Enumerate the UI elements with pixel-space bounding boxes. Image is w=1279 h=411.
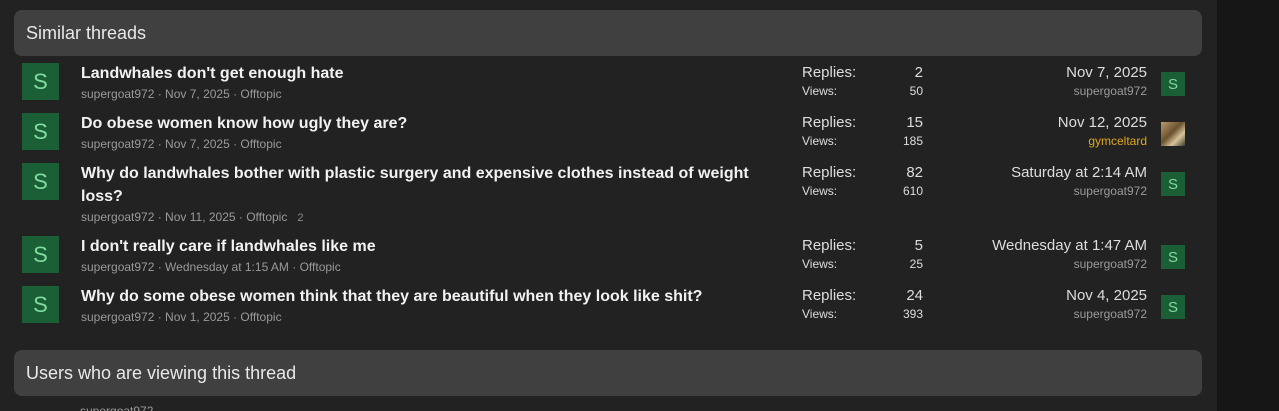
similar-threads-title: Similar threads: [26, 22, 147, 43]
thread-meta: supergoat972 · Nov 1, 2025 · Offtopic: [81, 310, 282, 324]
latest-post-user[interactable]: supergoat972: [944, 82, 1147, 101]
avatar[interactable]: S: [22, 63, 59, 100]
views-label: Views:: [802, 257, 838, 271]
views-label: Views:: [802, 184, 838, 198]
viewers-title: Users who are viewing this thread: [26, 362, 297, 383]
replies-count: 24: [906, 287, 923, 304]
views-count: 50: [909, 84, 923, 98]
latest-post-user[interactable]: supergoat972: [944, 305, 1147, 324]
replies-count: 82: [906, 164, 923, 181]
latest-post-date[interactable]: Nov 4, 2025: [944, 286, 1147, 305]
thread-row: S Why do some obese women think that the…: [14, 281, 1202, 331]
thread-title-link[interactable]: Why do some obese women think that they …: [81, 285, 771, 308]
right-gutter: [1217, 0, 1279, 411]
avatar[interactable]: S: [22, 113, 59, 150]
replies-label: Replies:: [802, 237, 857, 254]
thread-row: S Do obese women know how ugly they are?…: [14, 108, 1202, 158]
latest-poster-avatar[interactable]: S: [1161, 172, 1185, 196]
latest-post-date[interactable]: Saturday at 2:14 AM: [944, 163, 1147, 182]
views-count: 393: [902, 307, 923, 321]
views-count: 610: [902, 184, 923, 198]
latest-post-user[interactable]: supergoat972: [944, 182, 1147, 201]
thread-stats: Replies: 82 Views: 610: [802, 163, 923, 201]
latest-post-date[interactable]: Nov 12, 2025: [944, 113, 1147, 132]
viewers-header: Users who are viewing this thread: [14, 350, 1202, 396]
replies-label: Replies:: [802, 64, 857, 81]
thread-title-link[interactable]: Why do landwhales bother with plastic su…: [81, 162, 771, 208]
thread-stats: Replies: 15 Views: 185: [802, 113, 923, 151]
thread-list: S Landwhales don't get enough hate super…: [14, 58, 1202, 331]
avatar[interactable]: S: [22, 163, 59, 200]
views-count: 25: [909, 257, 923, 271]
thread-title-link[interactable]: Do obese women know how ugly they are?: [81, 112, 771, 135]
latest-post: Nov 12, 2025 gymceltard: [944, 113, 1147, 151]
latest-post-user[interactable]: gymceltard: [944, 132, 1147, 151]
latest-post: Saturday at 2:14 AM supergoat972: [944, 163, 1147, 201]
thread-title-link[interactable]: Landwhales don't get enough hate: [81, 62, 771, 85]
latest-post-user[interactable]: supergoat972: [944, 255, 1147, 274]
replies-count: 15: [906, 114, 923, 131]
thread-meta: supergoat972 · Wednesday at 1:15 AM · Of…: [81, 260, 341, 274]
thread-stats: Replies: 2 Views: 50: [802, 63, 923, 101]
latest-poster-avatar[interactable]: S: [1161, 295, 1185, 319]
latest-post-date[interactable]: Wednesday at 1:47 AM: [944, 236, 1147, 255]
thread-stats: Replies: 24 Views: 393: [802, 286, 923, 324]
thread-meta: supergoat972 · Nov 11, 2025 · Offtopic 2: [81, 210, 304, 224]
thread-row: S I don't really care if landwhales like…: [14, 231, 1202, 281]
latest-poster-avatar-photo[interactable]: [1161, 122, 1185, 146]
thread-title-link[interactable]: I don't really care if landwhales like m…: [81, 235, 771, 258]
page: Similar threads S Landwhales don't get e…: [0, 0, 1279, 411]
replies-count: 5: [914, 237, 923, 254]
thread-meta: supergoat972 · Nov 7, 2025 · Offtopic: [81, 137, 282, 151]
latest-post: Nov 4, 2025 supergoat972: [944, 286, 1147, 324]
replies-label: Replies:: [802, 287, 857, 304]
latest-post: Nov 7, 2025 supergoat972: [944, 63, 1147, 101]
latest-poster-avatar[interactable]: S: [1161, 72, 1185, 96]
views-label: Views:: [802, 134, 838, 148]
latest-post: Wednesday at 1:47 AM supergoat972: [944, 236, 1147, 274]
thread-stats: Replies: 5 Views: 25: [802, 236, 923, 274]
avatar[interactable]: S: [22, 236, 59, 273]
latest-poster-avatar[interactable]: S: [1161, 245, 1185, 269]
replies-label: Replies:: [802, 164, 857, 181]
views-count: 185: [902, 134, 923, 148]
thread-row: S Why do landwhales bother with plastic …: [14, 158, 1202, 231]
thread-meta: supergoat972 · Nov 7, 2025 · Offtopic: [81, 87, 282, 101]
views-label: Views:: [802, 307, 838, 321]
avatar[interactable]: S: [22, 286, 59, 323]
latest-post-date[interactable]: Nov 7, 2025: [944, 63, 1147, 82]
viewer-name[interactable]: supergoat972: [80, 404, 153, 411]
thread-row: S Landwhales don't get enough hate super…: [14, 58, 1202, 108]
main-column: Similar threads S Landwhales don't get e…: [0, 0, 1217, 411]
replies-label: Replies:: [802, 114, 857, 131]
replies-count: 2: [914, 64, 923, 81]
page-jump-link[interactable]: 2: [297, 212, 303, 224]
similar-threads-header: Similar threads: [14, 10, 1202, 56]
views-label: Views:: [802, 84, 838, 98]
